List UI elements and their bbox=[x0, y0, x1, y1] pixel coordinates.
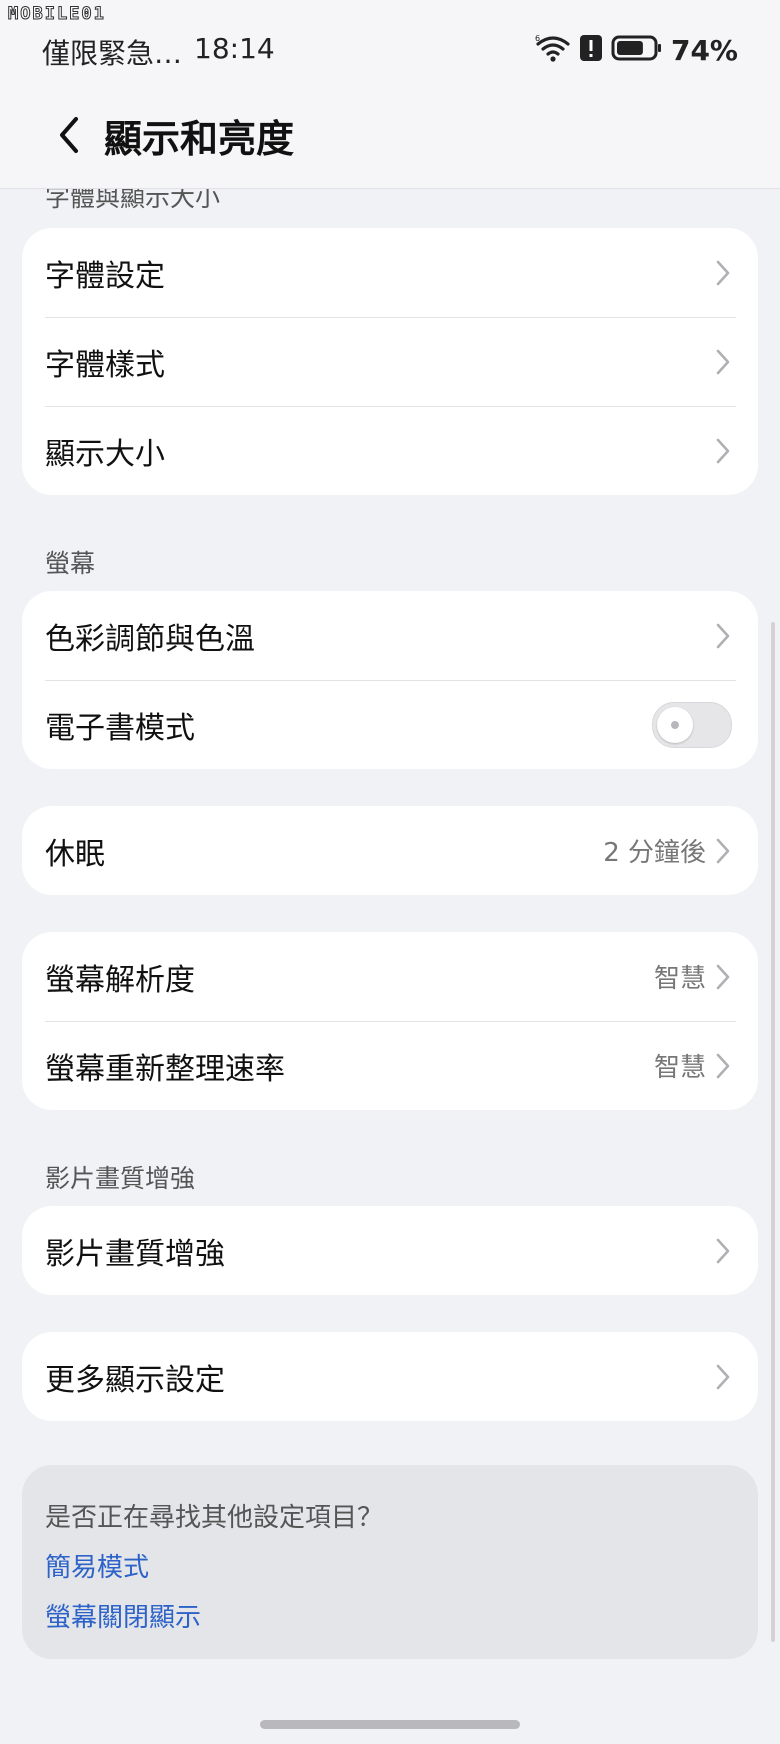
ebook-mode-label: 電子書模式 bbox=[45, 710, 195, 746]
page-title: 顯示和亮度 bbox=[104, 117, 295, 161]
chevron-right-icon bbox=[716, 259, 734, 287]
video-card: 影片畫質增強 bbox=[22, 1206, 758, 1295]
color-temperature-label: 色彩調節與色溫 bbox=[45, 621, 255, 657]
font-style-item[interactable]: 字體樣式 bbox=[22, 317, 758, 406]
section-label-video: 影片畫質增強 bbox=[45, 1164, 196, 1193]
chevron-right-icon bbox=[716, 437, 734, 465]
back-arrow-icon bbox=[56, 115, 82, 159]
wifi-icon: 6 bbox=[535, 33, 571, 67]
refresh-rate-item[interactable]: 螢幕重新整理速率 智慧 bbox=[22, 1021, 758, 1110]
more-card: 更多顯示設定 bbox=[22, 1332, 758, 1421]
screen-card: 色彩調節與色溫 電子書模式 bbox=[22, 591, 758, 769]
chevron-right-icon bbox=[716, 1363, 734, 1391]
scrollbar[interactable] bbox=[771, 622, 775, 1642]
battery-icon bbox=[611, 34, 663, 66]
alert-icon bbox=[579, 33, 603, 67]
status-time: 18:14 bbox=[194, 32, 275, 65]
font-style-label: 字體樣式 bbox=[45, 347, 165, 383]
suggestion-question: 是否正在尋找其他設定項目？ bbox=[45, 1503, 384, 1533]
chevron-right-icon bbox=[716, 963, 734, 991]
home-indicator[interactable] bbox=[260, 1720, 520, 1729]
svg-text:6: 6 bbox=[535, 34, 540, 43]
chevron-right-icon bbox=[716, 348, 734, 376]
section-label-screen: 螢幕 bbox=[45, 549, 96, 578]
chevron-right-icon bbox=[716, 837, 734, 865]
sleep-value: 2 分鐘後 bbox=[603, 838, 706, 868]
simple-mode-link[interactable]: 簡易模式 bbox=[45, 1547, 149, 1584]
sleep-label: 休眠 bbox=[45, 836, 105, 872]
color-temperature-item[interactable]: 色彩調節與色溫 bbox=[22, 591, 758, 680]
screen-off-display-link[interactable]: 螢幕關閉顯示 bbox=[45, 1597, 201, 1634]
chevron-right-icon bbox=[716, 1237, 734, 1265]
refresh-rate-label: 螢幕重新整理速率 bbox=[45, 1051, 285, 1087]
video-enhance-item[interactable]: 影片畫質增強 bbox=[22, 1206, 758, 1295]
chevron-right-icon bbox=[716, 622, 734, 650]
refresh-rate-value: 智慧 bbox=[653, 1053, 706, 1083]
app-header: 顯示和亮度 bbox=[0, 90, 780, 189]
ebook-mode-item: 電子書模式 bbox=[22, 680, 758, 769]
carrier-text: 僅限緊急… bbox=[42, 37, 183, 70]
battery-percent: 74% bbox=[670, 33, 738, 67]
video-enhance-label: 影片畫質增強 bbox=[45, 1236, 225, 1272]
more-display-settings-label: 更多顯示設定 bbox=[45, 1362, 225, 1398]
font-settings-label: 字體設定 bbox=[45, 258, 165, 294]
status-bar: 僅限緊急… 18:14 6 74% bbox=[0, 0, 780, 90]
ebook-mode-toggle[interactable] bbox=[652, 701, 732, 748]
screen-resolution-item[interactable]: 螢幕解析度 智慧 bbox=[22, 932, 758, 1021]
more-display-settings-item[interactable]: 更多顯示設定 bbox=[22, 1332, 758, 1421]
watermark-logo: MOBILE01 bbox=[8, 4, 106, 25]
chevron-right-icon bbox=[716, 1052, 734, 1080]
back-button[interactable] bbox=[44, 112, 94, 162]
sleep-item[interactable]: 休眠 2 分鐘後 bbox=[22, 806, 758, 895]
screen-resolution-value: 智慧 bbox=[653, 964, 706, 994]
suggestion-card: 是否正在尋找其他設定項目？ 簡易模式 螢幕關閉顯示 bbox=[22, 1465, 758, 1659]
toggle-knob bbox=[657, 706, 693, 743]
screen-resolution-label: 螢幕解析度 bbox=[45, 962, 195, 998]
font-settings-item[interactable]: 字體設定 bbox=[22, 228, 758, 317]
display-size-label: 顯示大小 bbox=[45, 436, 165, 472]
sleep-card: 休眠 2 分鐘後 bbox=[22, 806, 758, 895]
display-size-item[interactable]: 顯示大小 bbox=[22, 406, 758, 495]
font-card: 字體設定 字體樣式 顯示大小 bbox=[22, 228, 758, 495]
resolution-card: 螢幕解析度 智慧 螢幕重新整理速率 智慧 bbox=[22, 932, 758, 1110]
status-icons: 6 74% bbox=[535, 30, 738, 70]
